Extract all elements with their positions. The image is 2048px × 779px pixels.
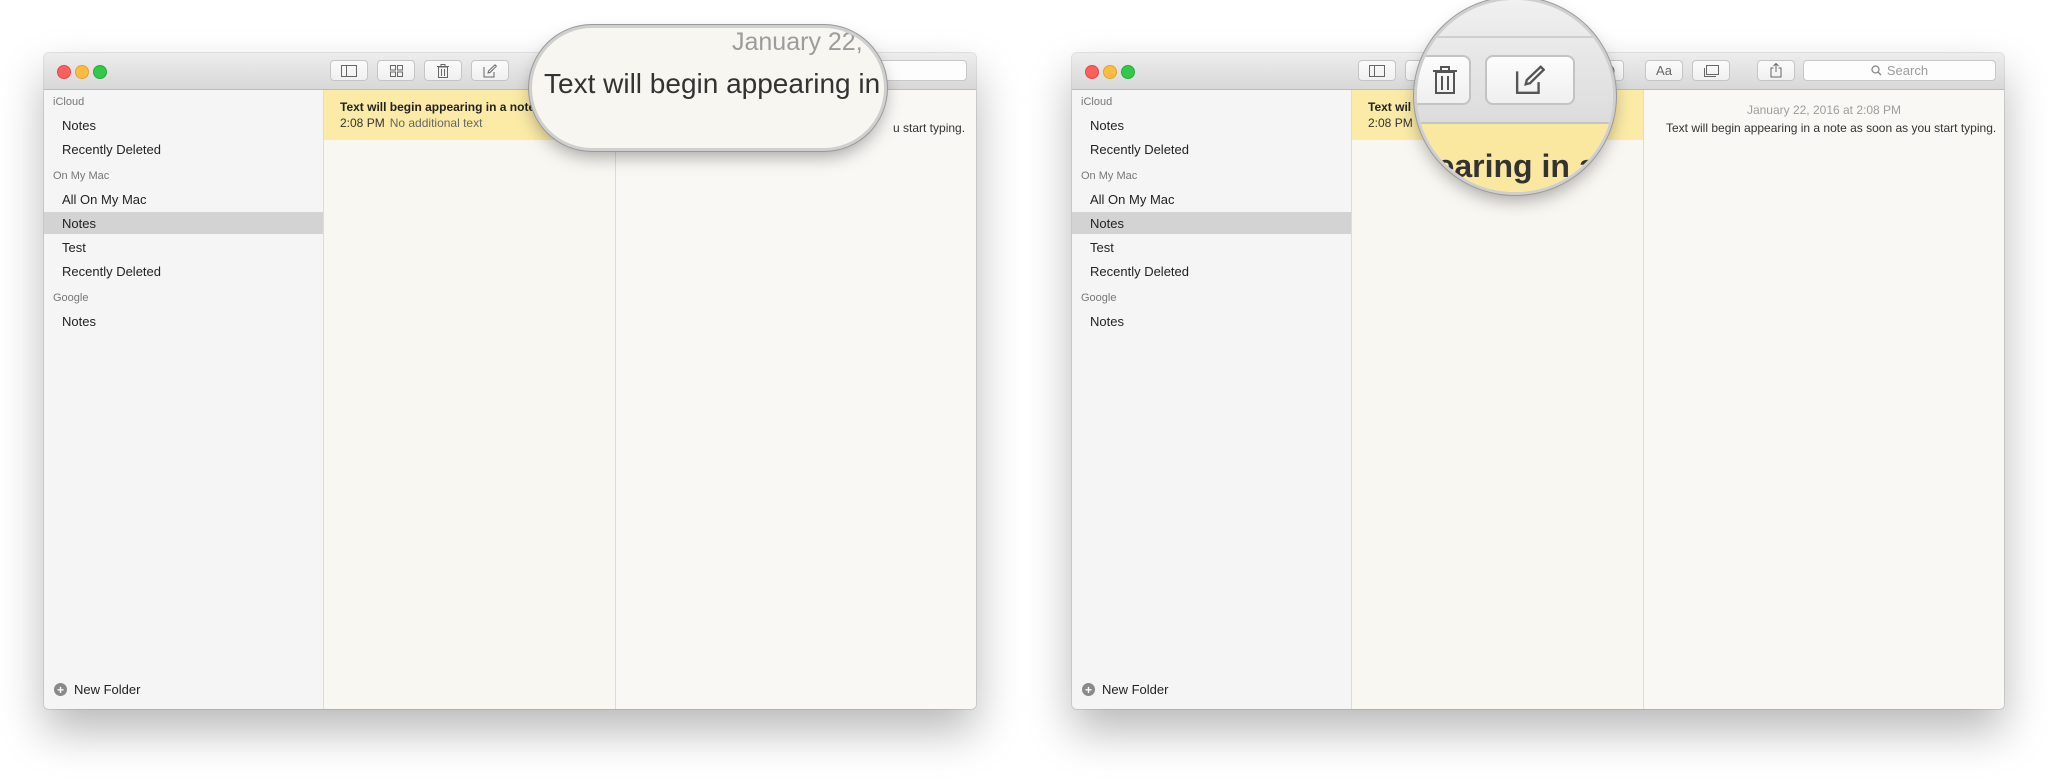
trash-icon (437, 63, 449, 78)
sidebar-item-label: Notes (62, 313, 96, 329)
note-time: 2:08 PM (1368, 116, 1413, 130)
plus-circle-icon: + (1082, 683, 1095, 696)
sidebar-item-label: Recently Deleted (62, 141, 161, 157)
format-button[interactable]: Aa (1645, 60, 1683, 81)
sidebar-item-test[interactable]: Test (1072, 236, 1351, 258)
search-icon (1871, 65, 1882, 76)
share-icon (1770, 63, 1782, 78)
format-label: Aa (1656, 63, 1672, 78)
folder-sidebar: iCloud Notes Recently Deleted On My Mac … (44, 90, 324, 709)
new-folder-label: New Folder (74, 682, 141, 697)
minimize-window-button[interactable] (1103, 65, 1117, 79)
magnified-toolbar-edge (1417, 36, 1613, 38)
sidebar-item-label: All On My Mac (62, 191, 147, 207)
table-icon (1703, 64, 1719, 77)
note-body: Text will begin appearing in a note as s… (1666, 121, 1997, 135)
magnified-note-title: Text will begin appearing in a n (544, 68, 884, 99)
group-header-google: Google (53, 292, 89, 304)
group-header-icloud: iCloud (53, 96, 85, 108)
magnified-compose-button (1485, 55, 1575, 105)
compose-icon (483, 63, 497, 77)
toggle-sidebar-button[interactable] (330, 60, 368, 81)
grid-icon (389, 64, 403, 77)
sidebar-item-label: Test (62, 239, 86, 255)
trash-icon (1433, 66, 1457, 94)
new-folder-button[interactable]: + New Folder (1082, 682, 1168, 697)
sidebar-item-test[interactable]: Test (44, 236, 323, 258)
sidebar-item-google-notes[interactable]: Notes (44, 310, 323, 332)
sidebar-item-mac-notes[interactable]: Notes (1072, 212, 1351, 234)
sidebar-item-label: Notes (1090, 215, 1124, 231)
sidebar-item-all-on-my-mac[interactable]: All On My Mac (1072, 188, 1351, 210)
new-folder-button[interactable]: + New Folder (54, 682, 140, 697)
magnified-delete-button (1417, 55, 1471, 105)
sidebar-item-label: Notes (62, 117, 96, 133)
note-preview: No additional text (389, 116, 483, 130)
folder-sidebar: iCloud Notes Recently Deleted On My Mac … (1072, 90, 1352, 709)
plus-circle-icon: + (54, 683, 67, 696)
group-header-icloud: iCloud (1081, 96, 1113, 108)
minimize-window-button[interactable] (75, 65, 89, 79)
group-header-on-my-mac: On My Mac (53, 170, 110, 182)
note-list: Text will begin appearing in a note as s… (324, 90, 616, 709)
close-window-button[interactable] (1085, 65, 1099, 79)
sidebar-item-google-notes[interactable]: Notes (1072, 310, 1351, 332)
new-folder-label: New Folder (1102, 682, 1169, 697)
sidebar-item-all-on-my-mac[interactable]: All On My Mac (44, 188, 323, 210)
sidebar-icon (1369, 64, 1385, 77)
share-button[interactable] (1757, 60, 1795, 81)
notes-window-left: iCloud Notes Recently Deleted On My Mac … (44, 53, 976, 709)
magnifier-lens-right: pearing in a (1417, 0, 1613, 192)
compose-note-button[interactable] (471, 60, 509, 81)
note-date: January 22, 2016 at 2:08 PM (1746, 103, 1902, 117)
sidebar-item-label: Test (1090, 239, 1114, 255)
magnified-toolbar (1417, 0, 1613, 124)
search-placeholder: Search (1886, 63, 1929, 78)
sidebar-item-label: Recently Deleted (62, 263, 161, 279)
note-editor[interactable]: January 22, 2016 at 2:08 PM Text will be… (1644, 90, 2004, 709)
sidebar-item-icloud-notes[interactable]: Notes (1072, 114, 1351, 136)
toggle-sidebar-button[interactable] (1358, 60, 1396, 81)
note-body-visible-fragment: u start typing. (893, 121, 966, 135)
sidebar-item-label: Recently Deleted (1090, 141, 1189, 157)
search-field[interactable]: Search (1803, 60, 1996, 81)
sidebar-item-icloud-recently-deleted[interactable]: Recently Deleted (44, 138, 323, 160)
note-time: 2:08 PM (340, 116, 385, 130)
add-table-button[interactable] (1692, 60, 1730, 81)
sidebar-item-mac-recently-deleted[interactable]: Recently Deleted (44, 260, 323, 282)
compose-icon (1515, 65, 1545, 95)
group-header-google: Google (1081, 292, 1117, 304)
magnified-note-title: pearing in a (1417, 148, 1597, 184)
sidebar-item-icloud-notes[interactable]: Notes (44, 114, 323, 136)
sidebar-item-label: All On My Mac (1090, 191, 1175, 207)
zoom-window-button[interactable] (93, 65, 107, 79)
attachments-browser-button[interactable] (377, 60, 415, 81)
sidebar-icon (341, 64, 357, 77)
zoom-window-button[interactable] (1121, 65, 1135, 79)
note-meta: 2:08 PM No additional text (340, 116, 482, 130)
sidebar-item-mac-recently-deleted[interactable]: Recently Deleted (1072, 260, 1351, 282)
sidebar-item-label: Notes (1090, 313, 1124, 329)
group-header-on-my-mac: On My Mac (1081, 170, 1138, 182)
delete-note-button[interactable] (424, 60, 462, 81)
magnified-date-fragment: January 22, (732, 28, 863, 56)
note-meta: 2:08 PM (1368, 116, 1413, 130)
sidebar-item-label: Notes (62, 215, 96, 231)
note-editor[interactable]: u start typing. (616, 90, 976, 709)
sidebar-item-mac-notes[interactable]: Notes (44, 212, 323, 234)
magnifier-lens-left: January 22, Text will begin appearing in… (532, 28, 884, 148)
search-field[interactable] (874, 60, 967, 81)
close-window-button[interactable] (57, 65, 71, 79)
sidebar-item-icloud-recently-deleted[interactable]: Recently Deleted (1072, 138, 1351, 160)
sidebar-item-label: Notes (1090, 117, 1124, 133)
sidebar-item-label: Recently Deleted (1090, 263, 1189, 279)
